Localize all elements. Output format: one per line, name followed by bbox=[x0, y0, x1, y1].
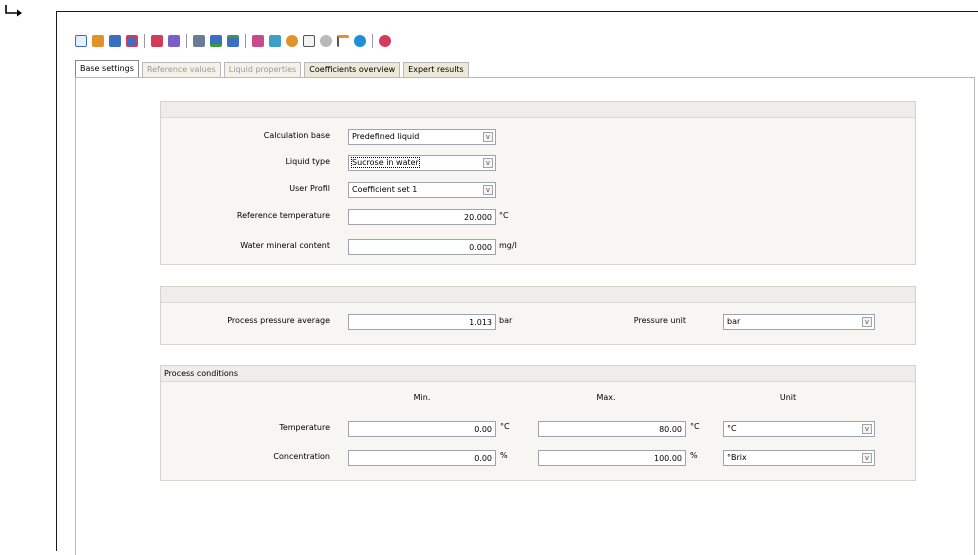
calculator-icon[interactable] bbox=[193, 35, 205, 47]
toolbar-separator bbox=[186, 34, 187, 48]
tab-base-settings[interactable]: Base settings bbox=[75, 60, 139, 77]
download-icon[interactable] bbox=[210, 35, 222, 47]
chevron-down-icon[interactable]: v bbox=[483, 132, 493, 142]
reference-temperature-unit: °C bbox=[499, 211, 509, 220]
toolbar-separator bbox=[372, 34, 373, 48]
column-unit-header: Unit bbox=[779, 393, 797, 402]
chevron-down-icon[interactable]: v bbox=[483, 185, 493, 195]
new-icon[interactable] bbox=[75, 35, 87, 47]
concentration-min-input[interactable]: 0.00 bbox=[348, 450, 496, 466]
step-arrow-icon bbox=[5, 5, 22, 17]
toolbar-separator bbox=[245, 34, 246, 48]
temperature-max-input[interactable]: 80.00 bbox=[538, 421, 686, 437]
tab-reference-values: Reference values bbox=[141, 62, 221, 77]
user-profile-value: Coefficient set 1 bbox=[352, 185, 418, 194]
concentration-max-input[interactable]: 100.00 bbox=[538, 450, 686, 466]
open-icon[interactable] bbox=[92, 35, 104, 47]
chevron-down-icon[interactable]: v bbox=[862, 453, 872, 463]
user-icon[interactable] bbox=[320, 35, 332, 47]
column-max-header: Max. bbox=[596, 393, 616, 402]
temperature-unit-value: °C bbox=[727, 424, 737, 433]
tab-coefficients-overview[interactable]: Coefficients overview bbox=[304, 62, 401, 77]
concentration-label: Concentration bbox=[273, 452, 330, 461]
process-pressure-average-input[interactable]: 1.013 bbox=[348, 314, 496, 330]
process-pressure-average-unit: bar bbox=[499, 316, 513, 325]
upload-icon[interactable] bbox=[227, 35, 239, 47]
calculation-base-label: Calculation base bbox=[263, 131, 330, 140]
water-mineral-content-input[interactable]: 0.000 bbox=[348, 239, 496, 255]
concentration-max-unit: % bbox=[690, 451, 698, 460]
tab-bar: Base settings Reference values Liquid pr… bbox=[75, 60, 472, 77]
edit-icon[interactable] bbox=[252, 35, 264, 47]
calculation-base-select[interactable]: Predefined liquid v bbox=[348, 129, 496, 145]
add-icon[interactable] bbox=[286, 35, 298, 47]
tab-expert-results[interactable]: Expert results bbox=[403, 62, 469, 77]
tab-liquid-properties: Liquid properties bbox=[223, 62, 302, 77]
user-profile-label: User Profil bbox=[289, 184, 330, 193]
chart-icon[interactable] bbox=[303, 35, 315, 47]
pressure-unit-label: Pressure unit bbox=[633, 316, 686, 325]
calculation-base-value: Predefined liquid bbox=[352, 132, 420, 141]
liquid-type-value: Sucrose in water bbox=[351, 157, 420, 168]
chevron-down-icon[interactable]: v bbox=[862, 317, 872, 327]
help-icon[interactable] bbox=[379, 35, 391, 47]
process-pressure-average-label: Process pressure average bbox=[227, 316, 330, 325]
panel-header bbox=[161, 287, 915, 303]
pressure-unit-value: bar bbox=[727, 317, 741, 326]
save-as-icon[interactable] bbox=[126, 35, 138, 47]
temperature-label: Temperature bbox=[279, 423, 330, 432]
liquid-type-label: Liquid type bbox=[285, 157, 330, 166]
water-mineral-content-label: Water mineral content bbox=[240, 241, 330, 250]
concentration-unit-select[interactable]: °Brix v bbox=[723, 450, 875, 466]
toolbar bbox=[75, 32, 396, 50]
water-mineral-content-unit: mg/l bbox=[499, 241, 517, 250]
concentration-min-unit: % bbox=[500, 451, 508, 460]
temperature-min-input[interactable]: 0.00 bbox=[348, 421, 496, 437]
info-icon[interactable] bbox=[354, 35, 366, 47]
liquid-type-select[interactable]: Sucrose in water v bbox=[348, 155, 496, 171]
reference-temperature-input[interactable]: 20.000 bbox=[348, 209, 496, 225]
toolbar-separator bbox=[144, 34, 145, 48]
flag-icon[interactable] bbox=[337, 35, 349, 47]
temperature-max-unit: °C bbox=[690, 422, 700, 431]
reference-temperature-label: Reference temperature bbox=[236, 211, 330, 220]
process-conditions-title: Process conditions bbox=[161, 366, 915, 382]
user-profile-select[interactable]: Coefficient set 1 v bbox=[348, 182, 496, 198]
temperature-min-unit: °C bbox=[500, 422, 510, 431]
export-icon[interactable] bbox=[168, 35, 180, 47]
chevron-down-icon[interactable]: v bbox=[483, 158, 493, 168]
pressure-unit-select[interactable]: bar v bbox=[723, 314, 875, 330]
column-min-header: Min. bbox=[413, 393, 431, 402]
import-icon[interactable] bbox=[151, 35, 163, 47]
save-icon[interactable] bbox=[109, 35, 121, 47]
temperature-unit-select[interactable]: °C v bbox=[723, 421, 875, 437]
print-icon[interactable] bbox=[269, 35, 281, 47]
panel-header bbox=[161, 102, 915, 118]
chevron-down-icon[interactable]: v bbox=[862, 424, 872, 434]
concentration-unit-value: °Brix bbox=[727, 453, 747, 462]
